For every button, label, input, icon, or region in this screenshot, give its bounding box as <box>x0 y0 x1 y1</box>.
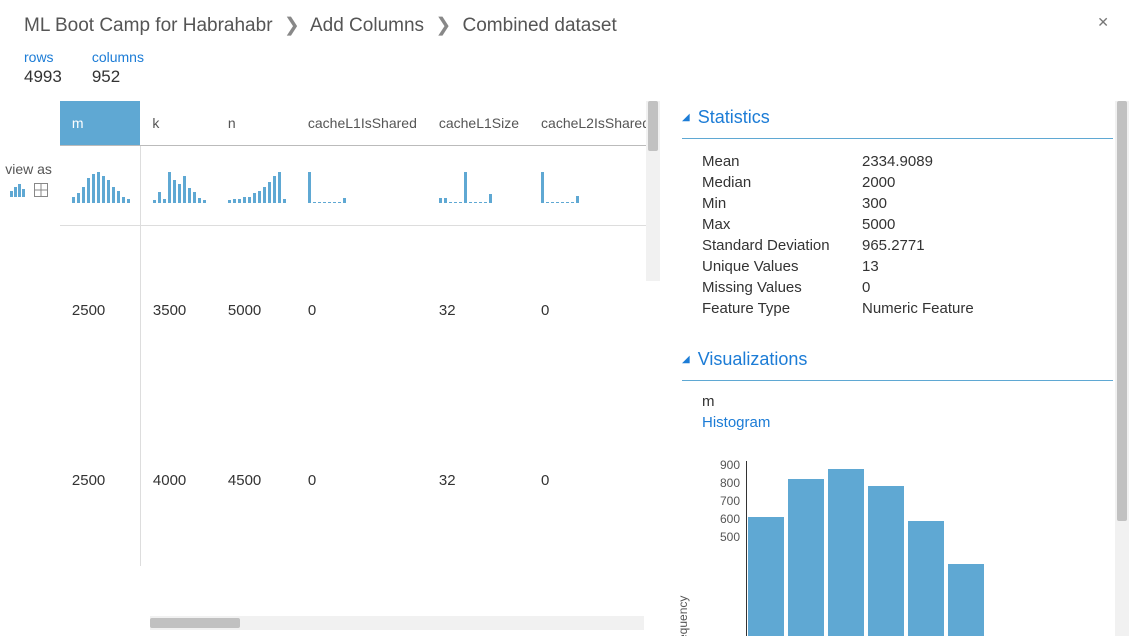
breadcrumb-root[interactable]: ML Boot Camp for Habrahabr <box>24 15 273 36</box>
sparkline-cacheL2IsShared <box>541 169 650 203</box>
histogram-view-icon[interactable] <box>10 183 28 200</box>
stat-row: Unique Values13 <box>702 256 1113 277</box>
stat-key: Median <box>702 174 862 191</box>
visualizations-section-header[interactable]: ◢ Visualizations <box>682 343 1113 381</box>
statistics-table: Mean2334.9089Median2000Min300Max5000Stan… <box>702 151 1113 319</box>
column-header-cacheL1Size[interactable]: cacheL1Size <box>427 101 529 146</box>
chart-bar <box>828 469 864 636</box>
rows-value: 4993 <box>24 67 62 87</box>
cell: 0 <box>529 396 660 566</box>
table-view-icon[interactable] <box>34 183 48 200</box>
stat-row: Missing Values0 <box>702 277 1113 298</box>
stat-value: 13 <box>862 258 879 275</box>
stat-value: Numeric Feature <box>862 300 974 317</box>
sparkline-row <box>60 146 660 226</box>
chevron-right-icon: ❯ <box>435 15 451 36</box>
stat-row: Median2000 <box>702 172 1113 193</box>
stat-key: Min <box>702 195 862 212</box>
stat-key: Mean <box>702 153 862 170</box>
cell: 4000 <box>140 396 216 566</box>
columns-value: 952 <box>92 67 144 87</box>
close-icon[interactable]: ✕ <box>1097 14 1109 31</box>
table-row[interactable]: 2500 3500 5000 0 32 0 <box>60 226 660 396</box>
cell: 0 <box>296 226 427 396</box>
cell: 2500 <box>60 396 141 566</box>
columns-label: columns <box>92 49 144 65</box>
vertical-scrollbar[interactable] <box>646 101 660 281</box>
stat-row: Min300 <box>702 193 1113 214</box>
stat-key: Feature Type <box>702 300 862 317</box>
chart-tick: 700 <box>720 494 740 508</box>
sparkline-cacheL1IsShared <box>308 169 417 203</box>
sparkline-cacheL1Size <box>439 169 519 203</box>
stat-row: Mean2334.9089 <box>702 151 1113 172</box>
histogram-chart: equency 500600700800900 <box>702 461 1113 636</box>
dataset-counts: rows 4993 columns 952 <box>0 45 1133 101</box>
sparkline-k <box>153 169 206 203</box>
stat-value: 5000 <box>862 216 895 233</box>
column-header-m[interactable]: m <box>60 101 141 146</box>
stat-key: Unique Values <box>702 258 862 275</box>
stat-row: Standard Deviation965.2771 <box>702 235 1113 256</box>
data-grid-panel: view as m k n cacheL1IsShared c <box>0 101 660 636</box>
visualizations-title: Visualizations <box>698 349 808 370</box>
stat-row: Feature TypeNumeric Feature <box>702 298 1113 319</box>
stat-key: Missing Values <box>702 279 862 296</box>
cell: 0 <box>529 226 660 396</box>
view-as-label: view as <box>0 161 52 177</box>
table-row[interactable]: 2500 4000 4500 0 32 0 <box>60 396 660 566</box>
horizontal-scrollbar[interactable] <box>150 616 644 630</box>
chart-tick: 800 <box>720 476 740 490</box>
chart-bar <box>908 521 944 636</box>
rows-label: rows <box>24 49 62 65</box>
cell: 5000 <box>216 226 296 396</box>
table-header-row: m k n cacheL1IsShared cacheL1Size cacheL… <box>60 101 660 146</box>
chart-bar <box>868 486 904 636</box>
column-header-cacheL2IsShared[interactable]: cacheL2IsShared <box>529 101 660 146</box>
stat-value: 2334.9089 <box>862 153 933 170</box>
cell: 2500 <box>60 226 141 396</box>
inspector-panel: ◢ Statistics Mean2334.9089Median2000Min3… <box>660 101 1133 636</box>
column-header-k[interactable]: k <box>140 101 216 146</box>
chart-bar <box>788 479 824 636</box>
stat-value: 0 <box>862 279 870 296</box>
collapse-icon: ◢ <box>682 354 690 365</box>
cell: 32 <box>427 396 529 566</box>
vertical-scrollbar[interactable] <box>1115 101 1129 636</box>
chart-bar <box>948 564 984 636</box>
sparkline-n <box>228 169 286 203</box>
chart-y-label: equency <box>676 596 690 636</box>
chevron-right-icon: ❯ <box>284 15 300 36</box>
statistics-section-header[interactable]: ◢ Statistics <box>682 101 1113 139</box>
cell: 32 <box>427 226 529 396</box>
stat-key: Standard Deviation <box>702 237 862 254</box>
data-table: m k n cacheL1IsShared cacheL1Size cacheL… <box>60 101 660 566</box>
statistics-title: Statistics <box>698 107 770 128</box>
chart-tick: 600 <box>720 512 740 526</box>
column-header-cacheL1IsShared[interactable]: cacheL1IsShared <box>296 101 427 146</box>
stat-value: 2000 <box>862 174 895 191</box>
stat-value: 300 <box>862 195 887 212</box>
stat-key: Max <box>702 216 862 233</box>
viz-type-link[interactable]: Histogram <box>702 414 1113 431</box>
breadcrumb: ML Boot Camp for Habrahabr ❯ Add Columns… <box>0 0 1133 45</box>
chart-tick: 900 <box>720 458 740 472</box>
viz-column-name: m <box>702 393 1113 410</box>
cell: 3500 <box>140 226 216 396</box>
column-header-n[interactable]: n <box>216 101 296 146</box>
stat-row: Max5000 <box>702 214 1113 235</box>
chart-bar <box>748 517 784 636</box>
sparkline-m <box>72 169 130 203</box>
cell: 0 <box>296 396 427 566</box>
breadcrumb-current: Combined dataset <box>463 15 617 36</box>
cell: 4500 <box>216 396 296 566</box>
collapse-icon: ◢ <box>682 112 690 123</box>
chart-tick: 500 <box>720 530 740 544</box>
stat-value: 965.2771 <box>862 237 925 254</box>
breadcrumb-step[interactable]: Add Columns <box>310 15 424 36</box>
